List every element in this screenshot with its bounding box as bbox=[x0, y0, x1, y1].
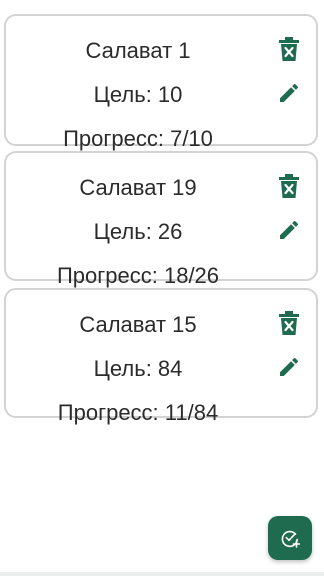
pencil-icon bbox=[280, 83, 299, 102]
edit-button[interactable] bbox=[276, 217, 302, 243]
delete-button[interactable] bbox=[276, 36, 302, 62]
trash-icon bbox=[279, 311, 299, 335]
navigation-bar bbox=[0, 572, 324, 576]
pencil-icon bbox=[280, 357, 299, 376]
trash-icon bbox=[279, 174, 299, 198]
card-progress: Прогресс: 7/10 bbox=[63, 126, 213, 151]
trash-icon bbox=[279, 37, 299, 61]
edit-button[interactable] bbox=[276, 80, 302, 106]
edit-button[interactable] bbox=[276, 354, 302, 380]
add-task-icon bbox=[281, 530, 300, 548]
card-title: Салават 1 bbox=[85, 38, 191, 63]
card-goal: Цель: 84 bbox=[93, 356, 183, 381]
add-counter-button[interactable] bbox=[268, 516, 312, 560]
counter-card: Салават 1 Цель: 10 Прогресс: 7/10 bbox=[4, 14, 318, 151]
card-goal: Цель: 10 bbox=[93, 82, 183, 107]
delete-button[interactable] bbox=[276, 173, 302, 199]
card-progress: Прогресс: 18/26 bbox=[56, 263, 220, 288]
card-goal: Цель: 26 bbox=[93, 219, 183, 244]
card-title: Салават 19 bbox=[79, 175, 197, 200]
pencil-icon bbox=[280, 220, 299, 239]
card-title: Салават 15 bbox=[79, 312, 197, 337]
card-progress: Прогресс: 11/84 bbox=[57, 400, 219, 425]
counter-card: Салават 19 Цель: 26 Прогресс: 18/26 bbox=[4, 151, 318, 288]
counter-card: Салават 15 Цель: 84 Прогресс: 11/84 bbox=[4, 288, 318, 425]
delete-button[interactable] bbox=[276, 310, 302, 336]
